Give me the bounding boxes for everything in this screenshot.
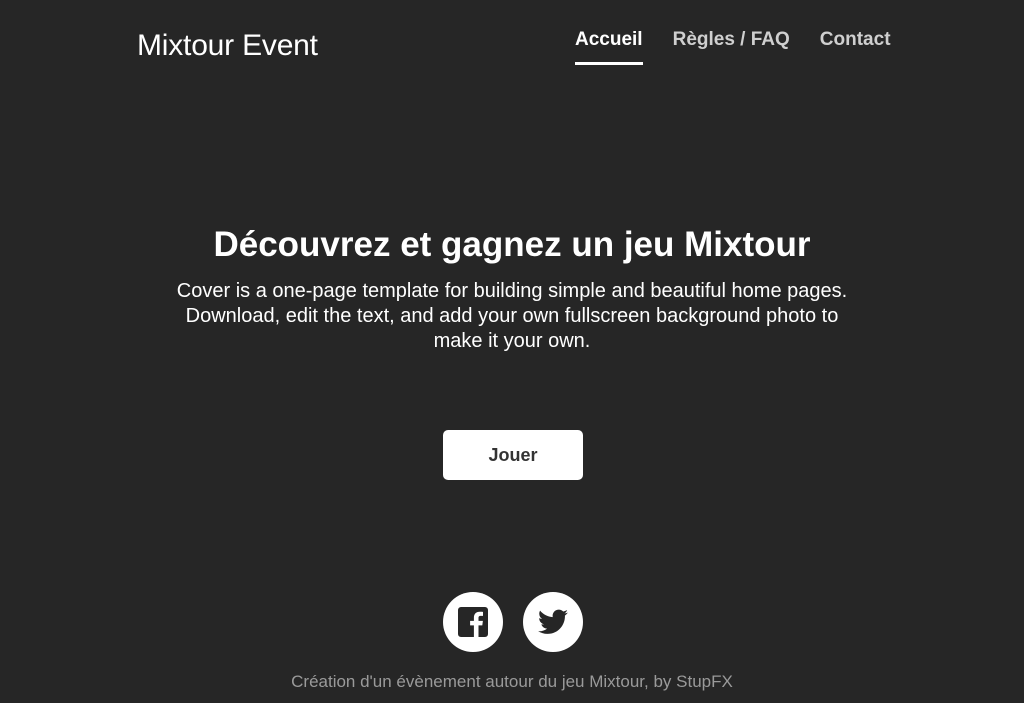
cover-section: Découvrez et gagnez un jeu Mixtour Cover…	[0, 225, 1024, 354]
facebook-icon	[458, 607, 488, 637]
cover-heading: Découvrez et gagnez un jeu Mixtour	[213, 225, 811, 264]
main-nav: Accueil Règles / FAQ Contact	[575, 28, 891, 65]
play-button[interactable]: Jouer	[443, 430, 583, 480]
nav-link-regles-faq[interactable]: Règles / FAQ	[673, 28, 790, 65]
cover-lead-text: Cover is a one-page template for buildin…	[176, 280, 848, 352]
footer-text: Création d'un évènement autour du jeu Mi…	[291, 672, 733, 691]
facebook-button[interactable]	[443, 592, 503, 652]
brand-title: Mixtour Event	[137, 29, 318, 62]
nav-link-contact[interactable]: Contact	[820, 28, 891, 65]
social-links	[443, 592, 583, 652]
twitter-icon	[538, 609, 568, 635]
nav-link-accueil[interactable]: Accueil	[575, 28, 643, 65]
twitter-button[interactable]	[523, 592, 583, 652]
